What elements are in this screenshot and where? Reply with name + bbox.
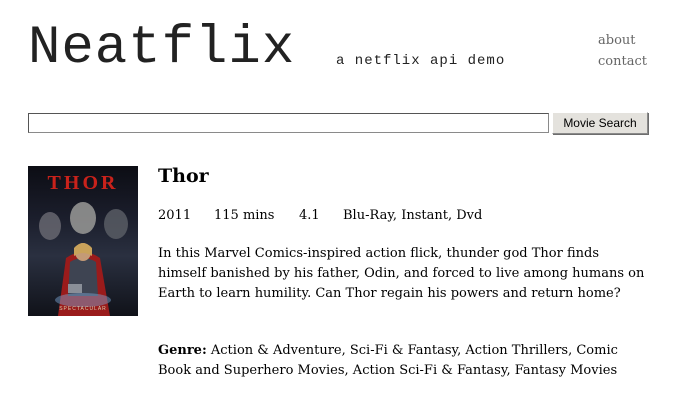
poster-artwork bbox=[39, 202, 128, 316]
movie-rating: 4.1 bbox=[299, 208, 320, 223]
movie-search-button[interactable]: Movie Search bbox=[552, 112, 648, 134]
poster-footer-text: SPECTACULAR bbox=[59, 306, 107, 312]
movie-year: 2011 bbox=[158, 208, 192, 223]
nav-contact-link[interactable]: contact bbox=[598, 51, 647, 72]
top-nav: about contact bbox=[598, 30, 647, 72]
site-logo[interactable]: Neatflix bbox=[28, 22, 295, 76]
movie-description: In this Marvel Comics-inspired action fl… bbox=[158, 246, 645, 301]
movie-meta: 2011 115 mins 4.1 Blu-Ray, Instant, Dvd bbox=[158, 208, 482, 223]
site-tagline: a netflix api demo bbox=[336, 53, 506, 69]
movie-search-input[interactable] bbox=[28, 113, 549, 133]
genre-label: Genre: bbox=[158, 343, 207, 358]
movie-genres: Genre: Action & Adventure, Sci-Fi & Fant… bbox=[158, 341, 648, 381]
movie-runtime: 115 mins bbox=[214, 208, 275, 223]
movie-title[interactable]: Thor bbox=[158, 165, 209, 187]
movie-poster-image[interactable]: THOR SPECTACULAR bbox=[28, 166, 138, 316]
genre-list: Action & Adventure, Sci-Fi & Fantasy, Ac… bbox=[158, 343, 618, 378]
movie-formats: Blu-Ray, Instant, Dvd bbox=[343, 208, 483, 223]
nav-about-link[interactable]: about bbox=[598, 30, 647, 51]
